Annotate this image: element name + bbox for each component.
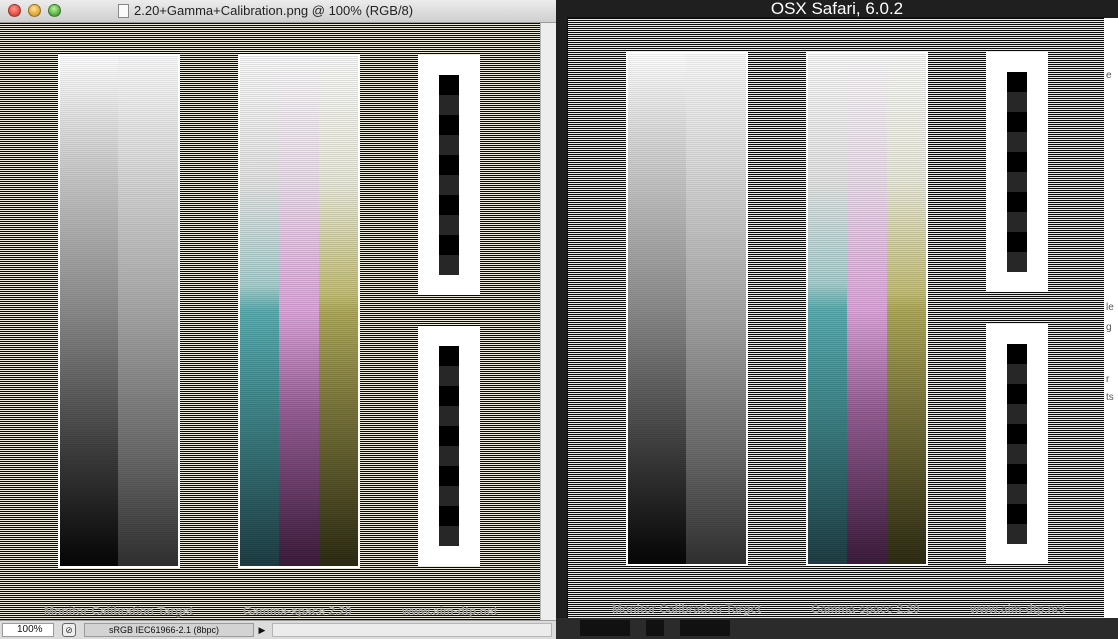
background-page-edge [1104, 18, 1118, 618]
window-titlebar[interactable]: 2.20+Gamma+Calibration.png @ 100% (RGB/8… [0, 0, 556, 23]
black-level-panel-top [986, 52, 1048, 292]
color-ramp-panel [238, 54, 360, 568]
safari-bottom-bar [556, 618, 1118, 639]
footer-label-gamma: Gamma-space 2.20 [243, 604, 352, 618]
black-level-steps [1007, 72, 1027, 272]
black-level-steps [1007, 344, 1027, 544]
black-level-panel-top [418, 55, 480, 295]
edge-text: ts [1106, 392, 1114, 403]
magenta-ramp [847, 54, 887, 564]
minimize-button[interactable] [28, 4, 41, 17]
status-bar: 100% ⊘ sRGB IEC61966-2.1 (8bpc) ▶ [0, 620, 556, 639]
black-level-panel-bottom [986, 324, 1048, 564]
bottom-bar-block [580, 620, 630, 636]
zoom-button[interactable] [48, 4, 61, 17]
document-canvas[interactable]: Monitor Calibration Target Gamma-space 2… [0, 23, 540, 620]
window-title: 2.20+Gamma+Calibration.png @ 100% (RGB/8… [134, 3, 414, 18]
magenta-ramp [279, 56, 319, 566]
vertical-scrollbar[interactable] [540, 23, 556, 620]
yellow-ramp [887, 54, 926, 564]
gray-ramp-left [628, 54, 686, 564]
safari-web-content[interactable]: Monitor Calibration Target Gamma-space 2… [567, 17, 1105, 619]
black-level-steps [439, 75, 459, 275]
bottom-bar-block [646, 620, 664, 636]
color-ramp-panel [806, 52, 928, 566]
footer-label-url: www.aim-dtp.net [402, 604, 498, 618]
footer-label-gamma: Gamma-space 2.20 [811, 602, 920, 616]
close-button[interactable] [8, 4, 21, 17]
black-level-panel-bottom [418, 326, 480, 566]
edge-text: r [1106, 374, 1110, 385]
footer-label-title: Monitor Calibration Target [44, 604, 194, 618]
photoshop-document-window: 2.20+Gamma+Calibration.png @ 100% (RGB/8… [0, 0, 557, 639]
document-icon [118, 4, 129, 18]
footer-label-title: Monitor Calibration Target [612, 602, 762, 616]
gray-ramp-panel [58, 54, 180, 568]
edge-text: e [1106, 70, 1112, 81]
safari-window: OSX Safari, 6.0.2 Monitor Calibration Ta… [556, 0, 1118, 639]
gray-ramp-right [118, 56, 178, 566]
footer-label-url: www.aim-dtp.net [970, 602, 1066, 616]
color-profile-field: sRGB IEC61966-2.1 (8bpc) [84, 623, 254, 637]
gray-ramp-panel [626, 52, 748, 566]
black-level-steps [439, 346, 459, 546]
bottom-bar-block [680, 620, 730, 636]
gray-ramp-right [686, 54, 746, 564]
cyan-ramp [240, 56, 279, 566]
horizontal-scrollbar[interactable] [272, 623, 552, 637]
edge-text: le [1106, 302, 1114, 313]
safari-caption: OSX Safari, 6.0.2 [770, 0, 904, 18]
no-symbol-icon[interactable]: ⊘ [62, 623, 76, 637]
yellow-ramp [319, 56, 358, 566]
cyan-ramp [808, 54, 847, 564]
gray-ramp-left [60, 56, 118, 566]
status-menu-arrow-icon[interactable]: ▶ [256, 623, 268, 637]
zoom-level-field[interactable]: 100% [2, 623, 54, 637]
edge-text: g [1106, 322, 1112, 333]
